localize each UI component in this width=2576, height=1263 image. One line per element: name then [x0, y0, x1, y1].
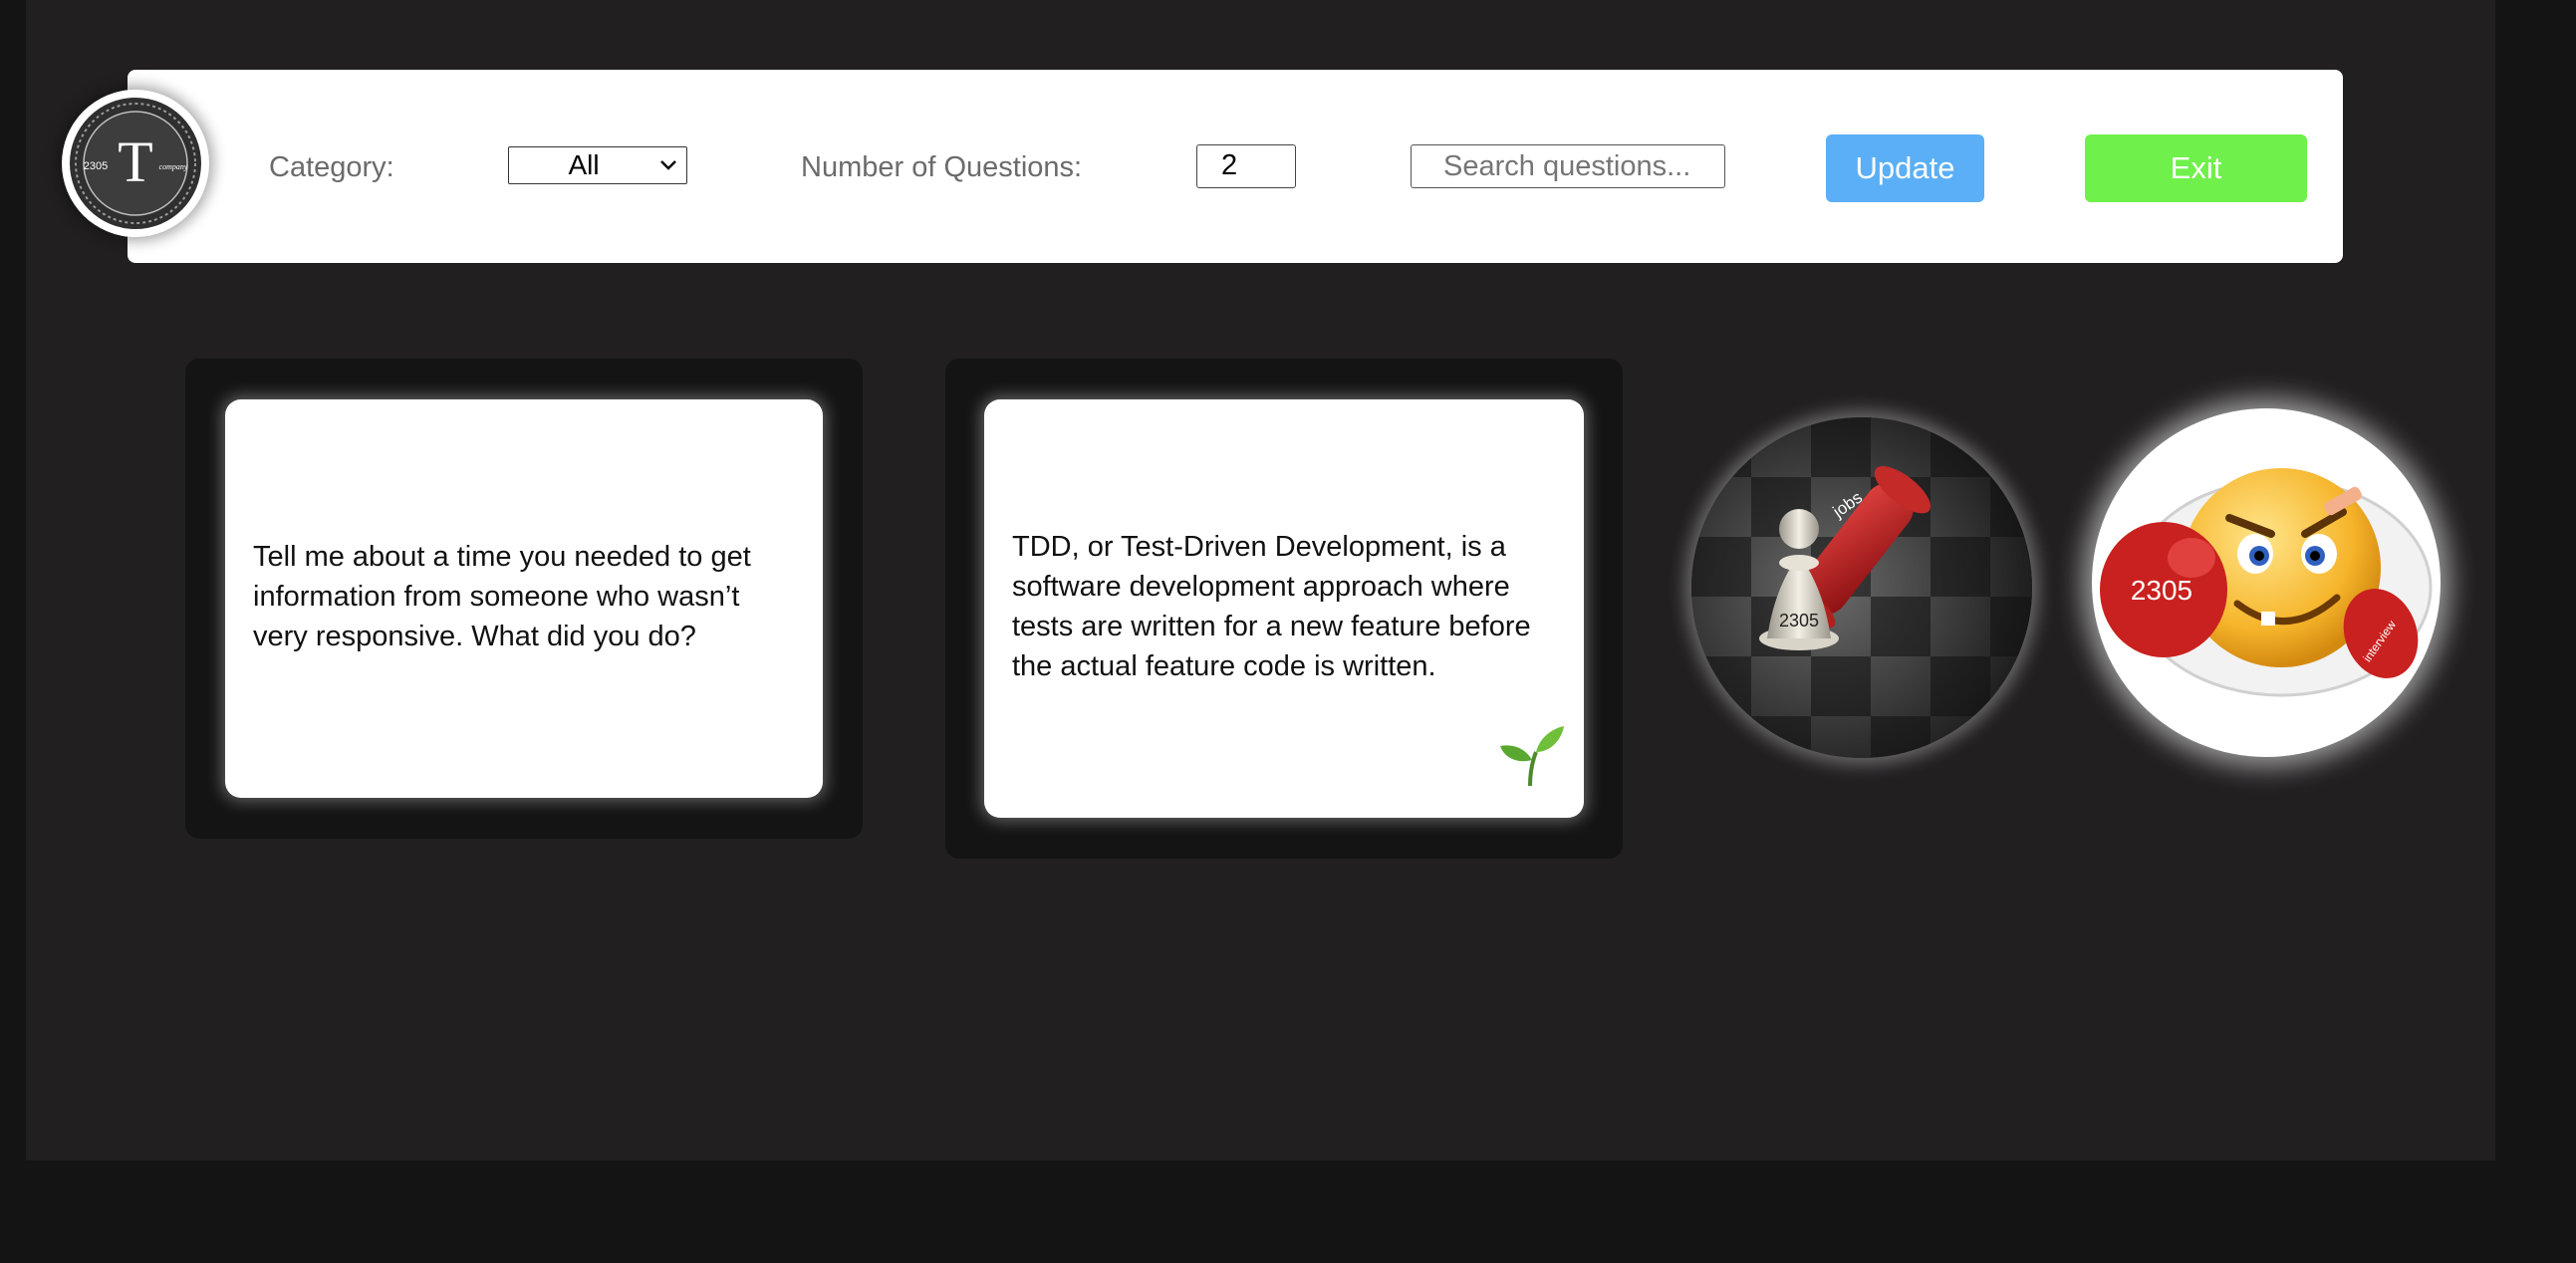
- chess-image[interactable]: jobs 2305: [1691, 417, 2032, 758]
- logo-letter: T: [118, 129, 152, 194]
- chevron-down-icon: [658, 151, 678, 186]
- category-select[interactable]: All: [508, 146, 687, 184]
- logo-left-text: 2305: [84, 160, 108, 172]
- smiley-boxer-image[interactable]: 2305 interview: [2092, 408, 2441, 757]
- glove-label: 2305: [2131, 575, 2192, 606]
- card-text: Tell me about a time you needed to get i…: [253, 541, 751, 652]
- category-selected-value: All: [568, 149, 600, 180]
- category-label: Category:: [269, 151, 394, 183]
- search-input[interactable]: Search questions...: [1411, 144, 1725, 188]
- pawn-label: 2305: [1779, 611, 1819, 631]
- card-text: TDD, or Test-Driven Development, is a so…: [1012, 531, 1531, 682]
- answer-card[interactable]: TDD, or Test-Driven Development, is a so…: [984, 399, 1584, 818]
- exit-button[interactable]: Exit: [2085, 134, 2307, 202]
- sprout-icon: [1496, 724, 1566, 788]
- update-button[interactable]: Update: [1826, 134, 1984, 202]
- logo-right-text: company: [159, 162, 188, 171]
- num-questions-label: Number of Questions:: [801, 151, 1083, 183]
- num-questions-input[interactable]: 2: [1196, 144, 1296, 188]
- question-card[interactable]: Tell me about a time you needed to get i…: [225, 399, 823, 798]
- company-logo[interactable]: T 2305 company: [62, 90, 209, 237]
